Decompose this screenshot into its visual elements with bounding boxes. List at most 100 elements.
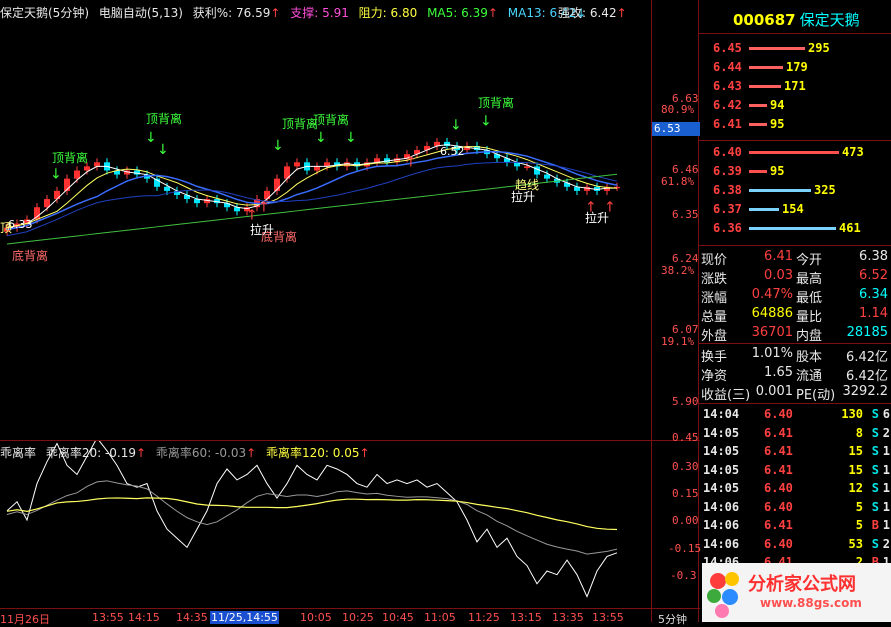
- sell-signal-arrow: ↓: [345, 130, 357, 146]
- trade-price: 6.41: [764, 462, 793, 477]
- candle-body: [84, 166, 90, 171]
- trade-row[interactable]: 14:04 6.40 130 S 6: [700, 407, 891, 425]
- order-volume: 95: [770, 164, 785, 178]
- candle-body: [294, 162, 300, 167]
- order-volume: 95: [770, 117, 785, 131]
- cut-label: 顶: [0, 221, 13, 235]
- quote-row: 净资 1.65 流通 6.42亿: [700, 365, 891, 384]
- quote-row: 现价 6.41 今开 6.38: [700, 249, 891, 268]
- trade-row[interactable]: 14:06 6.40 5 S 1: [700, 500, 891, 518]
- quote-label: 量比: [796, 310, 823, 325]
- candle-body: [524, 166, 530, 168]
- order-book-row[interactable]: 6.38 325: [713, 183, 836, 199]
- bias-tick: 0.45: [672, 431, 699, 444]
- order-book-row[interactable]: 6.45 295: [713, 41, 830, 57]
- trade-row[interactable]: 14:05 6.41 15 S 1: [700, 463, 891, 481]
- sell-signal-arrow: ↓: [450, 118, 462, 134]
- trade-n: 6: [882, 407, 890, 421]
- trade-time: 14:04: [703, 407, 740, 421]
- sell-signal-arrow: ↓: [272, 138, 284, 154]
- volume-bar: [749, 47, 805, 50]
- order-price: 6.42: [713, 98, 742, 112]
- quote-value: 64886: [751, 306, 793, 321]
- trade-price: 6.41: [764, 425, 793, 440]
- order-book-row[interactable]: 6.42 94: [713, 98, 784, 114]
- order-price: 6.41: [713, 117, 742, 131]
- stock-name: 保定天鹅: [799, 11, 860, 29]
- pct-tick: 80.9%: [661, 103, 695, 116]
- buy-signal-arrow: ↑: [258, 199, 270, 215]
- quote-label: 涨跌: [701, 272, 728, 287]
- trade-price: 6.40: [764, 499, 793, 514]
- order-book-row[interactable]: 6.43 171: [713, 79, 806, 95]
- quote-label: 净资: [701, 369, 728, 384]
- sell-signal-arrow: ↓: [145, 130, 157, 146]
- quote-label: 总量: [701, 310, 728, 325]
- order-book-row[interactable]: 6.40 473: [713, 145, 864, 161]
- time-tick: 10:25: [342, 611, 374, 624]
- bias-tick: -0.15: [668, 542, 702, 555]
- time-tick: 11:25: [468, 611, 500, 624]
- pct-tick: 61.8%: [661, 175, 695, 188]
- chart-title: 保定天鹅(5分钟): [0, 6, 89, 20]
- price-tick: 5.90: [672, 395, 699, 408]
- trend-line-label: 趋线: [515, 178, 540, 192]
- sell-signal-arrow: ↓: [157, 142, 169, 158]
- quote-value: 1.01%: [751, 346, 793, 361]
- current-price-tag: 6.53: [652, 122, 700, 136]
- trade-price: 6.41: [764, 518, 793, 532]
- order-volume: 94: [770, 98, 785, 112]
- volume-bar: [749, 227, 836, 230]
- order-book-row[interactable]: 6.44 179: [713, 60, 808, 76]
- trade-n: 2: [882, 425, 890, 440]
- price-chart[interactable]: ↓↓↓ ↓↓ ↓↓ ↓↑↑↑↑ ↑: [0, 22, 651, 440]
- trade-row[interactable]: 14:05 6.40 12 S 1: [700, 481, 891, 499]
- order-book-row[interactable]: 6.37 154: [713, 202, 804, 218]
- trade-row[interactable]: 14:06 6.41 5 B 1: [700, 518, 891, 536]
- quote-row: 外盘 36701 内盘 28185: [700, 325, 891, 344]
- bias60-line: [6, 480, 618, 555]
- order-volume: 461: [839, 221, 861, 235]
- bias-tick: 0.30: [672, 460, 699, 473]
- sell-signal-arrow: ↓: [315, 130, 327, 146]
- trade-row[interactable]: 14:05 6.41 15 S 1: [700, 444, 891, 462]
- trade-row[interactable]: 14:06 6.40 53 S 2: [700, 537, 891, 555]
- trade-time: 14:05: [703, 425, 740, 440]
- stock-title: 000687 保定天鹅: [733, 9, 860, 30]
- quote-row: 换手 1.01% 股本 6.42亿: [700, 346, 891, 365]
- formula-name[interactable]: 电脑自动(5,13): [99, 6, 183, 20]
- quote-label: 今开: [796, 253, 823, 268]
- top-divergence-label: 顶背离: [478, 96, 515, 110]
- quote-value: 0.03: [764, 268, 793, 283]
- trade-side: B: [871, 518, 879, 532]
- quote-label: 收益(三): [701, 388, 751, 403]
- quote-label: 换手: [701, 350, 728, 365]
- bias-chart[interactable]: [0, 441, 651, 608]
- buy-signal-arrow: ↑: [405, 154, 417, 170]
- volume-bar: [749, 151, 839, 154]
- order-book-row[interactable]: 6.36 461: [713, 221, 861, 237]
- candle-body: [54, 190, 60, 200]
- trade-vol: 130: [841, 407, 863, 421]
- time-tick: 13:35: [552, 611, 584, 624]
- bias120-line: [6, 497, 618, 531]
- quote-label: PE(动): [796, 388, 836, 403]
- trade-row[interactable]: 14:05 6.41 8 S 2: [700, 426, 891, 444]
- time-tick: 13:55: [92, 611, 124, 624]
- quote-value: 6.52: [859, 268, 888, 283]
- time-tick: 13:15: [510, 611, 542, 624]
- pct-tick: 38.2%: [661, 264, 695, 277]
- order-book-row[interactable]: 6.39 95: [713, 164, 784, 180]
- candle-body: [544, 174, 550, 179]
- divider: [699, 33, 891, 34]
- sell-signal-arrow: ↓: [480, 114, 492, 130]
- strong-attack-group: 强攻: 6.42↑: [558, 4, 627, 21]
- period-label[interactable]: 5分钟: [658, 611, 687, 627]
- volume-bar: [749, 66, 783, 69]
- pull-up-label: 拉升: [250, 223, 275, 237]
- sell-signal-arrow: ↓: [50, 167, 62, 183]
- order-book-row[interactable]: 6.41 95: [713, 117, 784, 133]
- quote-row: 收益(三) 0.001 PE(动) 3292.2: [700, 384, 891, 403]
- candle-body: [314, 166, 320, 171]
- quote-value: 6.42亿: [846, 350, 888, 365]
